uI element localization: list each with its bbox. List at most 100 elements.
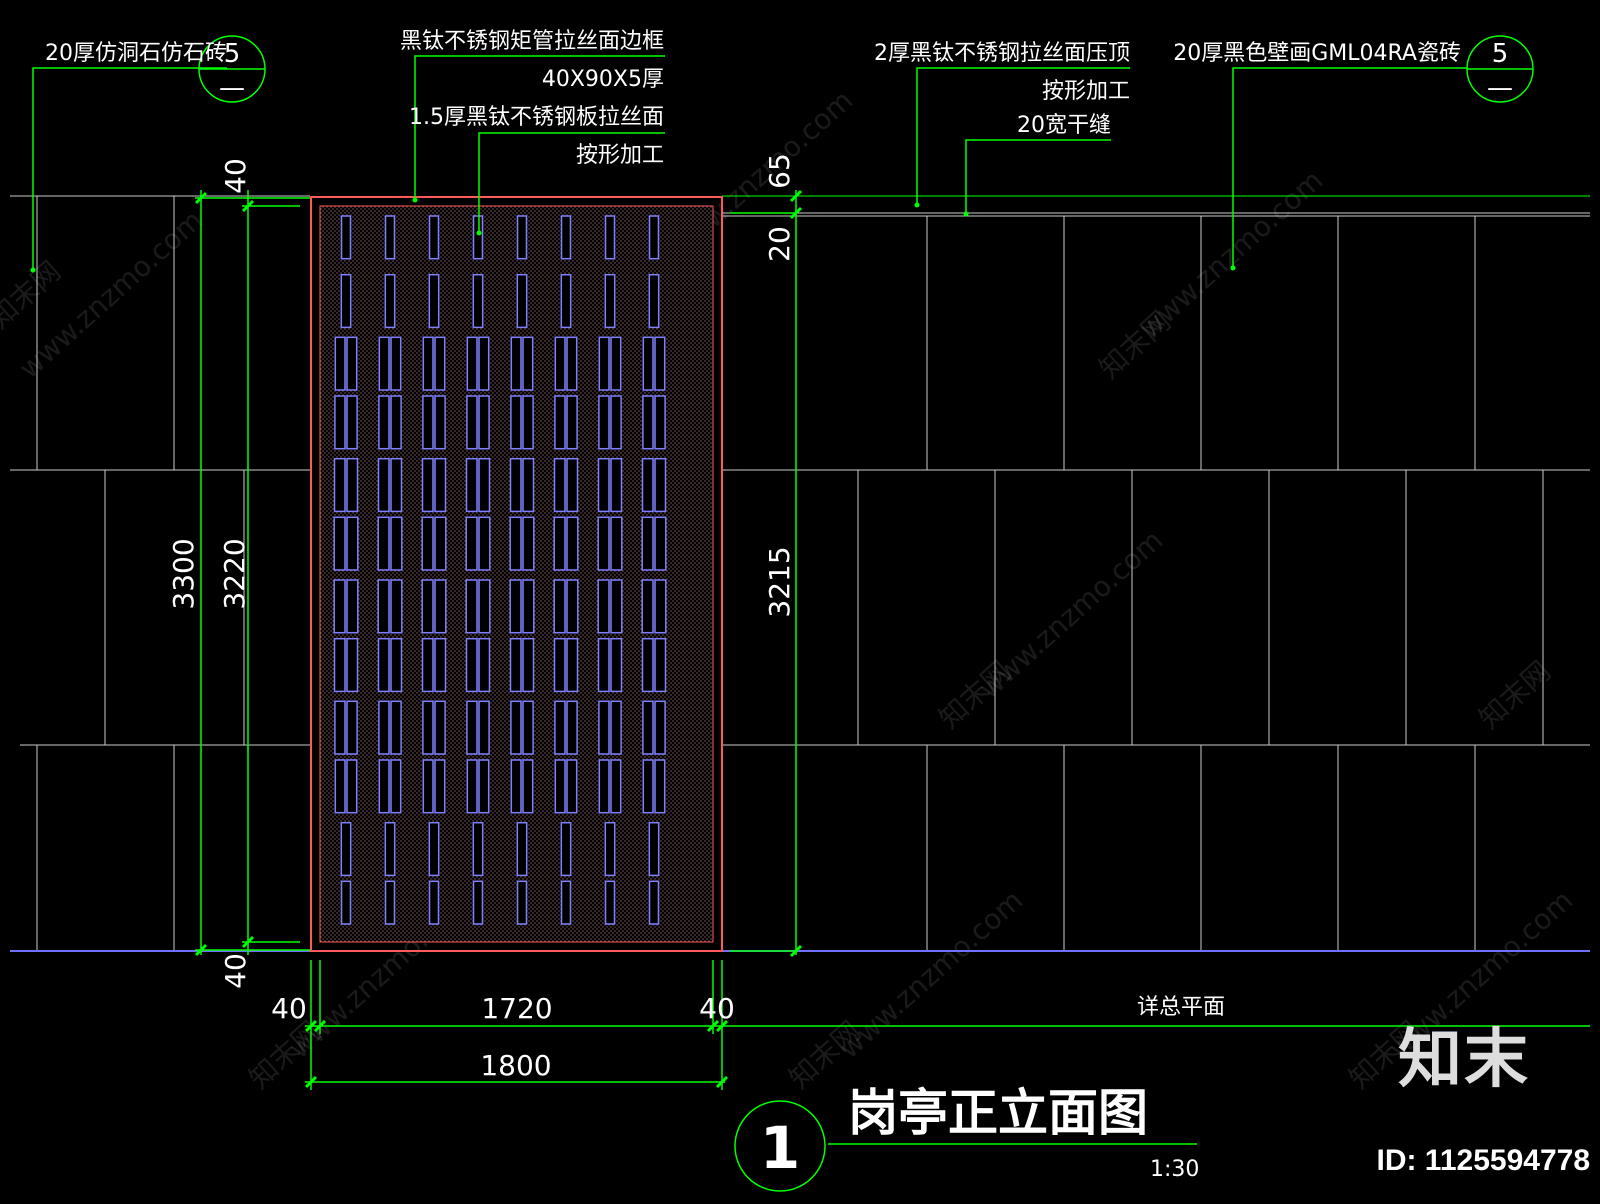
- panel-slot: [516, 821, 528, 877]
- panel-slot: [516, 880, 528, 925]
- panel-slot: [377, 579, 390, 634]
- panel-slot: [610, 336, 622, 391]
- panel-slot: [516, 273, 528, 329]
- panel-slot: [654, 637, 667, 693]
- panel-slot: [642, 336, 654, 391]
- panel-slot: [510, 336, 522, 391]
- panel-slot: [346, 395, 358, 450]
- panel-slot: [516, 215, 528, 260]
- panel-slot: [334, 759, 346, 814]
- panel-slot: [566, 700, 578, 755]
- callout-panel-note: 按形加工: [576, 143, 664, 168]
- panel-slot: [642, 700, 654, 755]
- panel-slot: [641, 579, 654, 634]
- panel-slot: [390, 395, 402, 450]
- panel-slot: [560, 273, 572, 329]
- panel-slot: [560, 215, 572, 260]
- panel-slot: [422, 759, 434, 814]
- panel-slot: [466, 759, 478, 814]
- panel-slot: [478, 516, 491, 571]
- panel-slot: [522, 700, 534, 755]
- panel-slot: [390, 579, 403, 634]
- panel-slot: [378, 759, 390, 814]
- dim-inner-height: 3220: [218, 538, 251, 609]
- dim-right-top-20: 20: [763, 226, 796, 262]
- dim-right-top-65: 65: [763, 153, 796, 189]
- watermark-text: www.znzmo.com: [833, 884, 1030, 1066]
- panel-slot: [428, 880, 440, 925]
- panel-slot: [390, 700, 402, 755]
- panel-slot: [434, 457, 447, 513]
- panel-slot: [478, 700, 490, 755]
- panel-slot: [553, 637, 566, 693]
- callout-coping-note: 按形加工: [1042, 79, 1130, 104]
- panel-slot: [560, 880, 572, 925]
- panel-slot: [510, 395, 522, 450]
- drawing-scale: 1:30: [1150, 1157, 1199, 1182]
- panel-slot: [434, 336, 446, 391]
- panel-slot: [604, 215, 616, 260]
- panel-slot: [597, 457, 610, 513]
- panel-slot: [610, 516, 623, 571]
- panel-slot: [598, 395, 610, 450]
- panel-slot: [560, 821, 572, 877]
- panel-slot: [472, 273, 484, 329]
- panel-slot: [509, 579, 522, 634]
- left-tile-grid: [10, 195, 310, 952]
- plan-note: 详总平面: [1137, 995, 1225, 1020]
- panel-slot: [472, 821, 484, 877]
- panel-slot: [598, 336, 610, 391]
- panel-slot: [654, 516, 667, 571]
- panel-slot: [654, 457, 667, 513]
- panel-slot: [604, 821, 616, 877]
- panel-slot: [390, 516, 403, 571]
- panel-slot: [522, 395, 534, 450]
- panel-slot: [465, 579, 478, 634]
- drawing-title: 岗亭正立面图: [848, 1084, 1148, 1142]
- dim-frame-right: 40: [699, 992, 735, 1025]
- panel-slot: [434, 637, 447, 693]
- panel-slot: [597, 579, 610, 634]
- panel-slot: [654, 579, 667, 634]
- panel-slot: [610, 759, 622, 814]
- panel-slot: [333, 637, 346, 693]
- panel-slot: [421, 457, 434, 513]
- panel-slot: [333, 516, 346, 571]
- panel-slot: [340, 821, 352, 877]
- panel-slot: [610, 579, 623, 634]
- panel-slot: [465, 457, 478, 513]
- panel-slot: [610, 637, 623, 693]
- panel-slot: [554, 700, 566, 755]
- panel-slot: [641, 457, 654, 513]
- panel-slot: [466, 395, 478, 450]
- panel-slot: [340, 215, 352, 260]
- callout-right-tile: 20厚黑色壁画GML04RA瓷砖: [1173, 41, 1461, 66]
- panel-slot: [522, 579, 535, 634]
- panel-slot: [642, 759, 654, 814]
- brand-logo: 知末: [1398, 1023, 1530, 1097]
- panel-slot: [422, 700, 434, 755]
- panel-slot: [610, 700, 622, 755]
- panel-slot: [434, 579, 447, 634]
- ref-bubble-right-bottom: —: [1487, 73, 1513, 103]
- panel-slot: [642, 395, 654, 450]
- dimension-lines: [32, 55, 1590, 1145]
- callout-left-tile: 20厚仿洞石仿石砖: [45, 41, 227, 66]
- panel-slot: [641, 516, 654, 571]
- panel-slot: [553, 516, 566, 571]
- panel-slot: [522, 336, 534, 391]
- panel-slot: [648, 821, 660, 877]
- door-panel: [310, 196, 723, 952]
- panel-slot: [340, 880, 352, 925]
- panel-slot: [340, 273, 352, 329]
- panel-slot: [434, 516, 447, 571]
- panel-slot: [510, 759, 522, 814]
- panel-slot: [466, 700, 478, 755]
- panel-slot: [654, 336, 666, 391]
- panel-slot: [434, 395, 446, 450]
- panel-slot: [510, 700, 522, 755]
- panel-slot: [346, 637, 359, 693]
- dim-total-width: 1800: [480, 1049, 551, 1082]
- panel-slot: [553, 579, 566, 634]
- panel-slot: [434, 759, 446, 814]
